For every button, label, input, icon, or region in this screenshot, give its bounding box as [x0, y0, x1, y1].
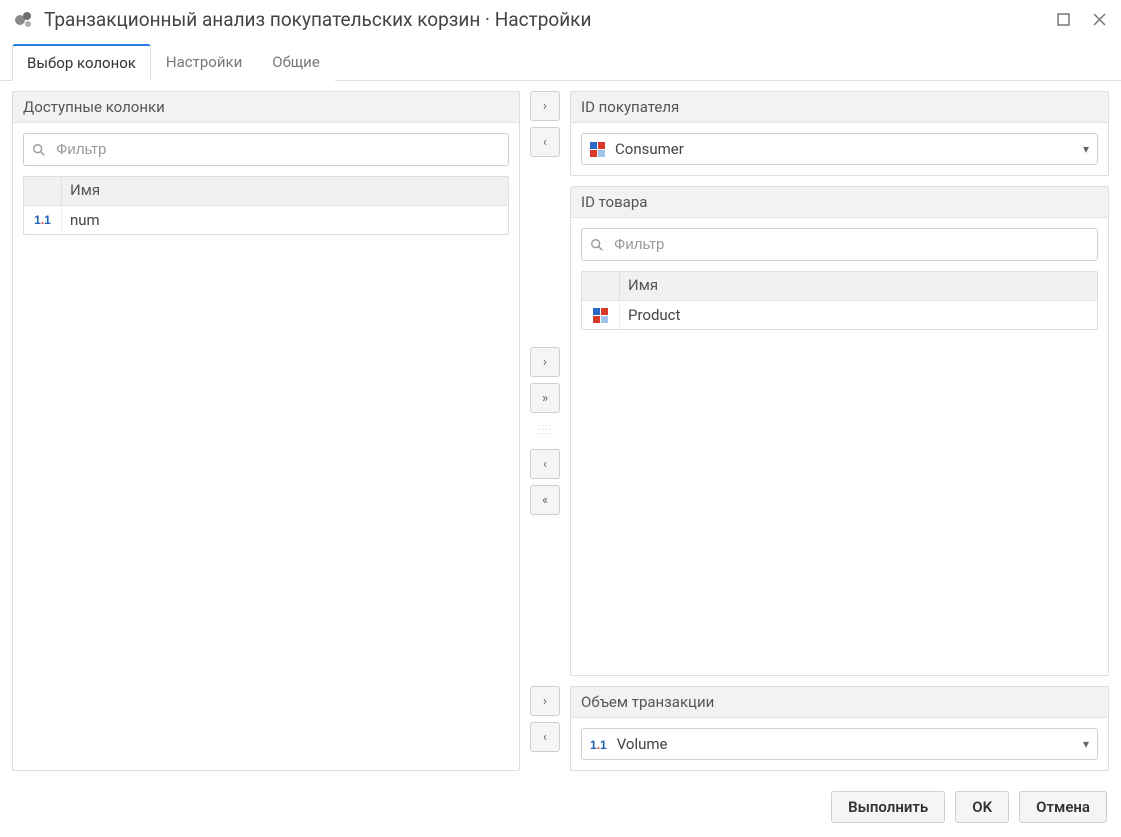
move-to-product-button[interactable]: ›	[530, 347, 560, 377]
category-type-icon	[582, 301, 620, 329]
search-icon	[590, 238, 604, 252]
chevron-right-icon: ›	[543, 694, 547, 709]
available-filter-input[interactable]	[54, 140, 500, 159]
window-title: Транзакционный анализ покупательских кор…	[44, 8, 1035, 31]
numeric-type-icon: 1.1	[24, 206, 62, 234]
volume-dropdown[interactable]: 1.1 Volume ▾	[581, 728, 1098, 760]
product-row-name: Product	[620, 302, 1097, 328]
product-col-name-header: Имя	[620, 272, 1097, 300]
move-to-consumer-button[interactable]: ›	[530, 91, 560, 121]
chevron-right-icon: ›	[543, 99, 547, 114]
move-from-volume-button[interactable]: ‹	[530, 722, 560, 752]
maximize-button[interactable]	[1055, 12, 1071, 28]
product-filter-input[interactable]	[612, 235, 1089, 254]
available-row[interactable]: 1.1 num	[24, 206, 508, 234]
available-row-name: num	[62, 207, 508, 233]
chevron-down-icon: ▾	[1083, 737, 1089, 751]
product-id-header: ID товара	[571, 187, 1108, 218]
tab-columns[interactable]: Выбор колонок	[12, 44, 151, 81]
numeric-type-icon: 1.1	[590, 735, 607, 753]
move-from-product-button[interactable]: ‹	[530, 449, 560, 479]
chevron-right-icon: ›	[543, 355, 547, 370]
available-col-name-header: Имя	[62, 177, 508, 205]
product-filter[interactable]	[581, 228, 1098, 261]
run-button[interactable]: Выполнить	[831, 791, 945, 823]
splitter-handle[interactable]: ············	[530, 425, 560, 437]
available-filter[interactable]	[23, 133, 509, 166]
consumer-id-header: ID покупателя	[571, 92, 1108, 123]
close-button[interactable]	[1091, 12, 1107, 28]
volume-header: Объем транзакции	[571, 687, 1108, 718]
tab-general[interactable]: Общие	[257, 44, 335, 81]
double-chevron-left-icon: «	[542, 493, 548, 508]
ok-button[interactable]: OK	[955, 791, 1009, 823]
available-columns-header: Доступные колонки	[13, 92, 519, 123]
move-all-to-product-button[interactable]: »	[530, 383, 560, 413]
product-col-icon-header	[582, 272, 620, 300]
move-all-from-product-button[interactable]: «	[530, 485, 560, 515]
chevron-down-icon: ▾	[1083, 142, 1089, 156]
move-to-volume-button[interactable]: ›	[530, 686, 560, 716]
tab-settings[interactable]: Настройки	[151, 44, 257, 81]
app-icon	[14, 10, 34, 30]
move-from-consumer-button[interactable]: ‹	[530, 127, 560, 157]
available-col-icon-header	[24, 177, 62, 205]
consumer-selected: Consumer	[615, 140, 1073, 158]
double-chevron-right-icon: »	[542, 391, 548, 406]
consumer-dropdown[interactable]: Consumer ▾	[581, 133, 1098, 165]
chevron-left-icon: ‹	[543, 457, 547, 472]
category-type-icon	[590, 142, 605, 157]
volume-selected: Volume	[617, 735, 1073, 753]
cancel-button[interactable]: Отмена	[1019, 791, 1107, 823]
search-icon	[32, 143, 46, 157]
chevron-left-icon: ‹	[543, 135, 547, 150]
product-row[interactable]: Product	[582, 301, 1097, 329]
chevron-left-icon: ‹	[543, 730, 547, 745]
